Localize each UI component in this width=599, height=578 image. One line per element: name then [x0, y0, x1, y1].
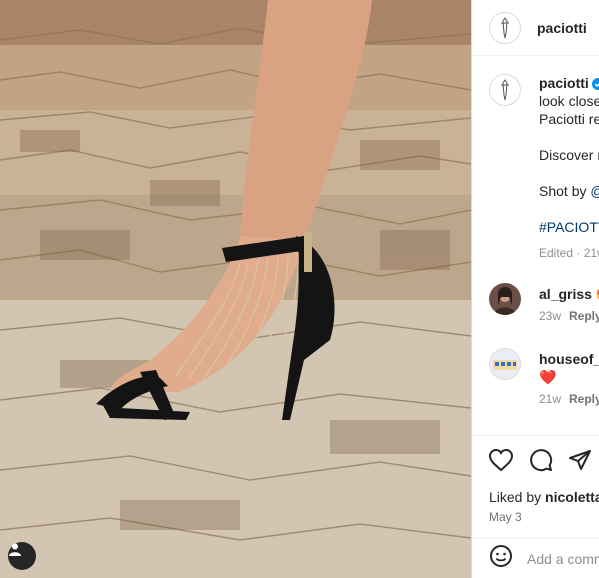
- comment-icon[interactable]: [529, 448, 553, 477]
- caption-shot-by: Shot by: [539, 183, 591, 199]
- user-tag-icon[interactable]: [8, 542, 36, 570]
- comment-text: ❤️: [539, 369, 557, 385]
- liked-by-user[interactable]: nicoletta: [545, 489, 599, 505]
- add-comment-input[interactable]: [527, 550, 599, 567]
- comment-time[interactable]: 21w: [539, 392, 561, 406]
- reply-button[interactable]: Reply: [569, 309, 599, 323]
- paciotti-dagger-logo-icon: [501, 16, 509, 38]
- comment-username[interactable]: houseof_1: [539, 351, 599, 367]
- caption-line: Paciotti re: [539, 111, 599, 127]
- liked-by-prefix: Liked by: [489, 489, 546, 505]
- comments-list[interactable]: paciotti look close Paciotti re Discover…: [472, 57, 599, 435]
- comment-meta: 23w Reply: [539, 307, 599, 325]
- heart-icon[interactable]: [488, 448, 514, 477]
- author-avatar[interactable]: [489, 11, 521, 44]
- emoji-icon[interactable]: [489, 544, 513, 573]
- post-side-panel: paciotti paciotti look close Paciotti re…: [471, 0, 599, 578]
- edited-label: Edited: [539, 246, 574, 260]
- header-author-name[interactable]: paciotti: [537, 20, 587, 36]
- caption-line: look close: [539, 93, 599, 109]
- post-date[interactable]: May 3: [489, 510, 522, 524]
- caption-discover-text: Discover n: [539, 147, 599, 163]
- share-icon[interactable]: [568, 448, 592, 477]
- caption-time[interactable]: 21w: [584, 246, 599, 260]
- add-comment-bar: [472, 538, 599, 578]
- caption-hashtag-link[interactable]: #PACIOTT: [539, 218, 599, 236]
- post-caption: paciotti look close Paciotti re Discover…: [539, 74, 599, 262]
- liked-by-text: Liked by nicoletta: [489, 489, 599, 505]
- caption-author-avatar[interactable]: [489, 74, 521, 106]
- caption-author-name[interactable]: paciotti: [539, 75, 589, 91]
- caption-mention-link[interactable]: @: [590, 183, 599, 199]
- comment-avatar[interactable]: [489, 348, 521, 380]
- post-header: paciotti: [472, 0, 599, 56]
- caption-meta: Edited · 21w: [539, 244, 599, 262]
- comment-time[interactable]: 23w: [539, 309, 561, 323]
- paciotti-dagger-logo-icon: [501, 79, 509, 101]
- reply-button[interactable]: Reply: [569, 392, 599, 406]
- post-image: [0, 0, 471, 578]
- comment-meta: 21w Reply: [539, 390, 599, 408]
- comment-username[interactable]: al_griss: [539, 286, 592, 302]
- comment-avatar[interactable]: [489, 283, 521, 315]
- post-photo[interactable]: [0, 0, 471, 578]
